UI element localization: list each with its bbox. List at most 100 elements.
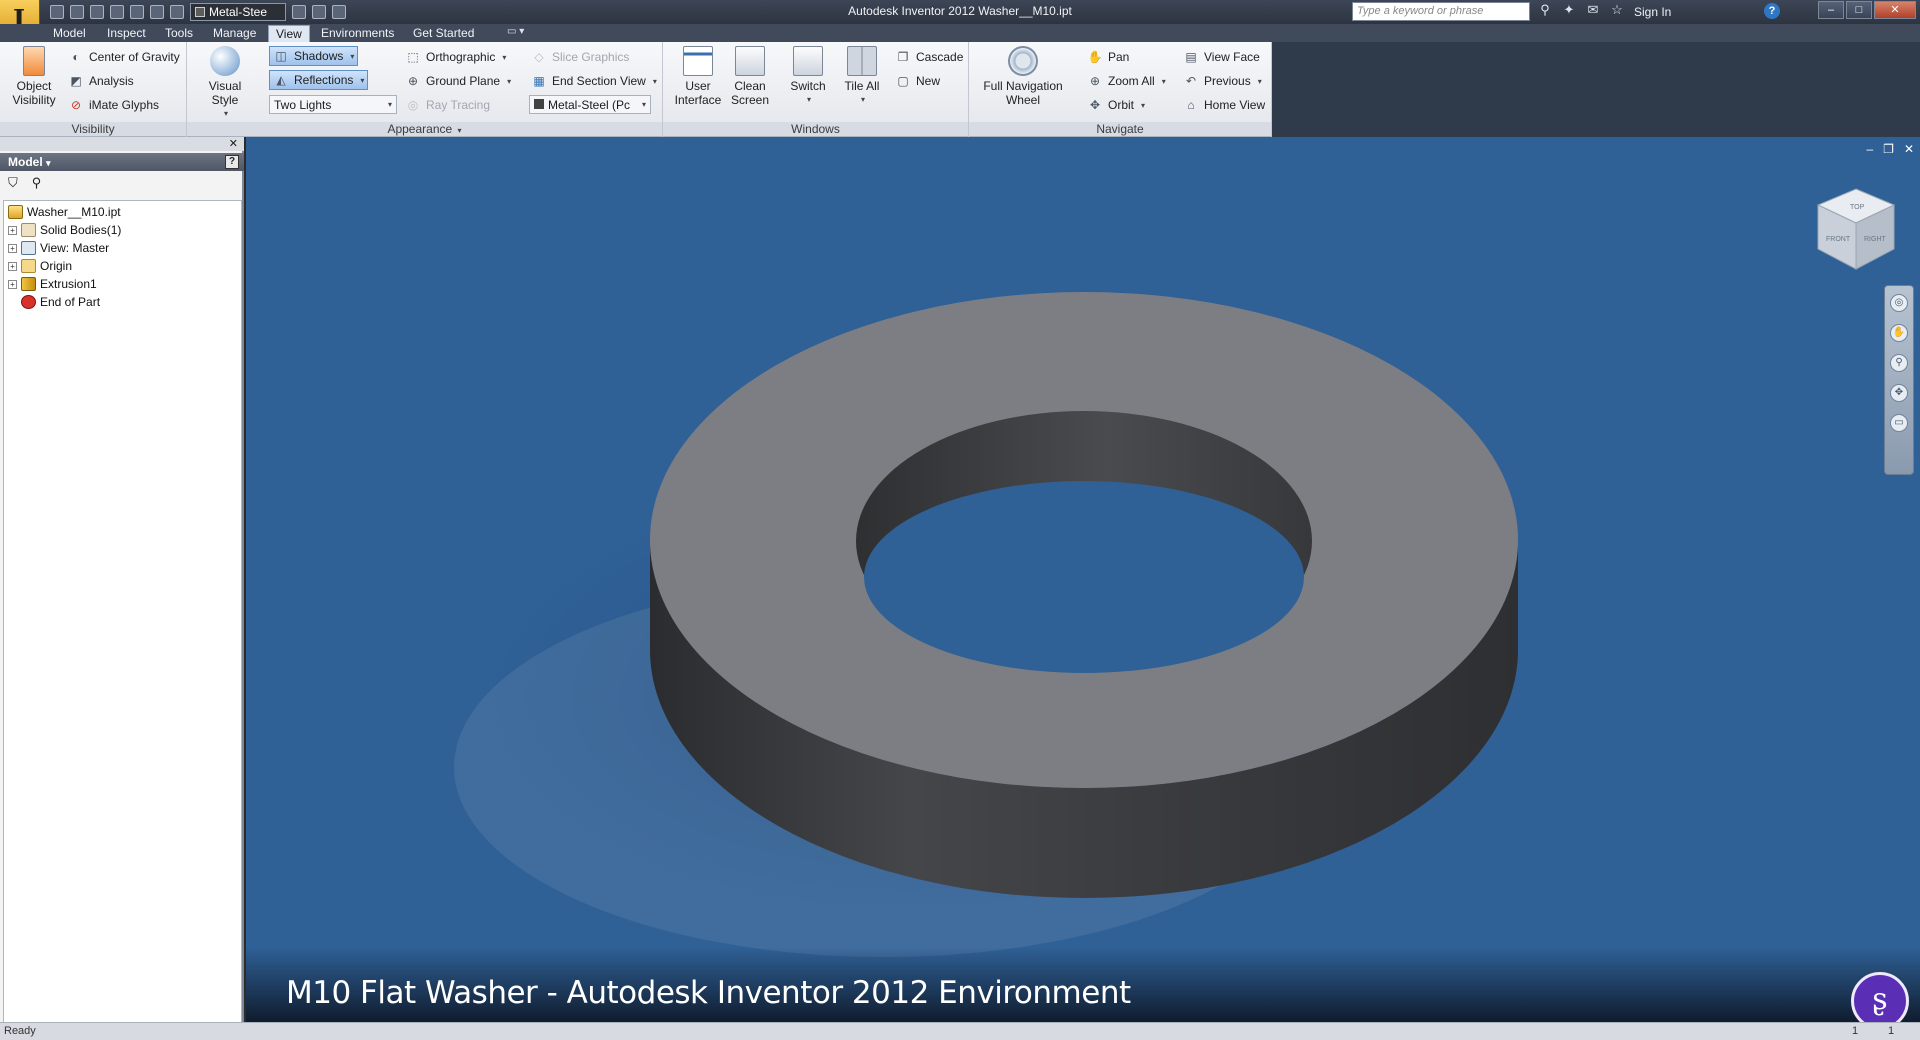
navigation-wheel-icon: [1008, 46, 1038, 76]
browser-help-icon[interactable]: ?: [225, 155, 239, 169]
shadows-toggle[interactable]: ◫ Shadows ▾: [269, 46, 359, 66]
close-button[interactable]: ✕: [1874, 1, 1916, 19]
tab-manage[interactable]: Manage: [206, 25, 263, 42]
ray-tracing-button: ◎ Ray Tracing: [405, 95, 490, 115]
object-visibility-button[interactable]: Object Visibility: [8, 46, 60, 107]
graphics-viewport[interactable]: – ❐ ✕ TOP FRONT RIGHT ◎ ✋ ⚲ ✥ ▭ M10 Flat…: [246, 137, 1920, 1022]
tree-node-solid-bodies[interactable]: + Solid Bodies(1): [8, 221, 121, 239]
tile-all-button[interactable]: Tile All ▾: [837, 46, 887, 107]
reflections-dropdown-icon[interactable]: ▾: [360, 76, 364, 85]
tree-node-view-master[interactable]: + View: Master: [8, 239, 109, 257]
pan-icon[interactable]: ✋: [1890, 324, 1908, 342]
browser-grip[interactable]: ✕: [0, 137, 244, 151]
expand-icon[interactable]: +: [8, 279, 17, 289]
pan-button[interactable]: ✋ Pan: [1087, 47, 1130, 67]
minimize-button[interactable]: –: [1818, 1, 1844, 19]
orbit-button[interactable]: ✥ Orbit ▾: [1087, 95, 1145, 115]
home-view-button[interactable]: ⌂ Home View: [1183, 95, 1265, 115]
switch-button[interactable]: Switch ▾: [783, 46, 833, 107]
viewport-close-icon[interactable]: ✕: [1904, 142, 1914, 156]
analysis-label: Analysis: [89, 74, 134, 88]
browser-title: Model: [8, 155, 43, 169]
favorites-icon[interactable]: ☆: [1610, 3, 1624, 17]
visibility-panel-title: Visibility: [0, 122, 186, 136]
view-face-icon: ▤: [1185, 50, 1197, 64]
ground-plane-button[interactable]: ⊕ Ground Plane ▾: [405, 71, 511, 91]
communication-icon[interactable]: ✉: [1586, 3, 1600, 17]
ribbon-options-icon[interactable]: ▭ ▾: [500, 25, 531, 42]
previous-view-icon: ↶: [1185, 74, 1197, 88]
new-window-icon: ▢: [897, 74, 909, 88]
center-of-gravity-button[interactable]: ◐ Center of Gravity: [68, 47, 179, 67]
orthographic-icon: ⬚: [407, 50, 419, 64]
viewport-restore-icon[interactable]: ❐: [1883, 142, 1894, 156]
viewport-minimize-icon[interactable]: –: [1866, 142, 1873, 156]
tab-model[interactable]: Model: [46, 25, 93, 42]
tab-get-started[interactable]: Get Started: [406, 25, 481, 42]
orthographic-button[interactable]: ⬚ Orthographic ▾: [405, 47, 506, 67]
previous-view-label: Previous: [1204, 74, 1251, 88]
home-view-icon: ⌂: [1187, 98, 1195, 112]
sign-in-link[interactable]: Sign In: [1634, 5, 1671, 19]
subscription-icon[interactable]: ✦: [1562, 3, 1576, 17]
visual-style-button[interactable]: Visual Style ▾: [195, 46, 255, 121]
tab-environments[interactable]: Environments: [314, 25, 401, 42]
maximize-button[interactable]: □: [1846, 1, 1872, 19]
binoculars-icon[interactable]: ⚲: [1538, 3, 1552, 17]
full-navigation-wheel-button[interactable]: Full Navigation Wheel: [979, 46, 1067, 107]
browser-dropdown-icon: ▾: [46, 158, 51, 168]
switch-label: Switch: [790, 79, 826, 93]
navigate-panel-title: Navigate: [969, 122, 1271, 136]
zoom-all-button[interactable]: ⊕ Zoom All ▾: [1087, 71, 1166, 91]
washer-model[interactable]: [246, 137, 1920, 1022]
zoom-icon[interactable]: ⚲: [1890, 354, 1908, 372]
user-interface-label-2: Interface: [674, 93, 722, 107]
viewcube-right-label[interactable]: RIGHT: [1864, 236, 1887, 243]
user-interface-icon: [683, 46, 713, 76]
view-face-button[interactable]: ▤ View Face: [1183, 47, 1259, 67]
tab-inspect[interactable]: Inspect: [100, 25, 153, 42]
look-at-icon[interactable]: ▭: [1890, 414, 1908, 432]
tree-node-part[interactable]: Washer__M10.ipt: [8, 203, 121, 221]
help-icon[interactable]: ?: [1764, 3, 1780, 19]
clean-screen-button[interactable]: Clean Screen: [727, 46, 773, 107]
new-window-button[interactable]: ▢ New: [895, 71, 940, 91]
user-interface-button[interactable]: User Interface: [673, 46, 723, 107]
orbit-icon[interactable]: ✥: [1890, 384, 1908, 402]
tree-node-extrusion1-label: Extrusion1: [40, 277, 97, 291]
appearance-panel-title[interactable]: Appearance ▾: [187, 122, 662, 136]
expand-icon[interactable]: +: [8, 243, 17, 253]
find-icon[interactable]: ⚲: [32, 175, 42, 190]
browser-header[interactable]: Model ▾ ?: [0, 153, 244, 171]
end-section-view-button[interactable]: ▦ End Section View ▾: [531, 71, 657, 91]
shadows-dropdown-icon[interactable]: ▾: [350, 52, 354, 61]
ground-plane-dropdown-icon: ▾: [507, 76, 512, 86]
search-input[interactable]: Type a keyword or phrase: [1352, 2, 1530, 21]
browser-close-icon[interactable]: ✕: [229, 137, 238, 150]
tree-node-origin[interactable]: + Origin: [8, 257, 72, 275]
viewcube[interactable]: TOP FRONT RIGHT: [1814, 185, 1898, 275]
orbit-dropdown-icon: ▾: [1141, 100, 1146, 110]
appearance-material-select[interactable]: Metal-Steel (Pc ▾: [529, 95, 651, 114]
end-of-part-icon: [21, 295, 36, 309]
analysis-button[interactable]: ◩ Analysis: [68, 71, 134, 91]
visual-style-label: Visual Style: [208, 79, 242, 107]
viewcube-top-label[interactable]: TOP: [1850, 204, 1865, 211]
folder-icon: [21, 259, 36, 273]
tree-node-extrusion1[interactable]: + Extrusion1: [8, 275, 97, 293]
object-visibility-label-2: Visibility: [12, 93, 56, 107]
lighting-style-select[interactable]: Two Lights ▾: [269, 95, 397, 114]
tab-tools[interactable]: Tools: [158, 25, 200, 42]
previous-view-button[interactable]: ↶ Previous ▾: [1183, 71, 1262, 91]
filter-icon[interactable]: ⛉: [8, 175, 18, 190]
expand-icon[interactable]: +: [8, 225, 17, 235]
steering-wheel-icon[interactable]: ◎: [1890, 294, 1908, 312]
reflections-toggle[interactable]: ◭ Reflections ▾: [269, 70, 369, 90]
imate-glyphs-button[interactable]: ⊘ iMate Glyphs: [68, 95, 159, 115]
viewcube-front-label[interactable]: FRONT: [1826, 236, 1851, 243]
tree-node-end-of-part[interactable]: End of Part: [21, 293, 100, 311]
expand-icon[interactable]: +: [8, 261, 17, 271]
cascade-button[interactable]: ❐ Cascade: [895, 47, 964, 67]
tab-view[interactable]: View: [268, 25, 310, 42]
windows-panel: User Interface Clean Screen Switch ▾ Til…: [663, 42, 969, 137]
